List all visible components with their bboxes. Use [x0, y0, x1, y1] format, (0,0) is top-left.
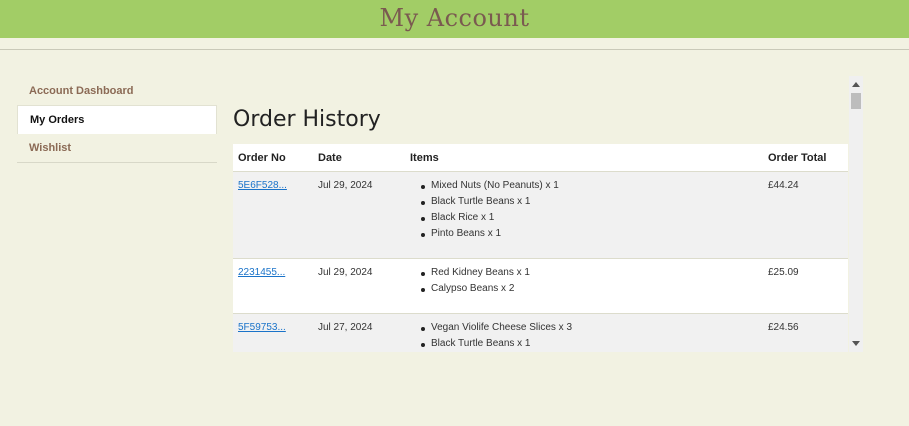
- scroll-down-icon[interactable]: [852, 341, 860, 346]
- order-total: £44.24: [768, 180, 799, 191]
- order-date: Jul 29, 2024: [318, 267, 373, 278]
- list-item: Mixed Nuts (No Peanuts) x 1: [421, 180, 559, 196]
- scroll-up-icon[interactable]: [852, 82, 860, 87]
- list-item: Vegan Violife Cheese Slices x 3: [420, 322, 572, 338]
- orders-table: Order No Date Items Order Total 5E6F528.…: [233, 144, 848, 352]
- divider: [0, 49, 909, 50]
- list-item: Black Turtle Beans x 1: [421, 196, 559, 212]
- sidebar-item-dashboard[interactable]: Account Dashboard: [17, 77, 217, 105]
- list-item: Pinto Beans x 1: [421, 228, 559, 244]
- order-items-list: Vegan Violife Cheese Slices x 3 Black Tu…: [420, 322, 572, 352]
- sidebar-item-my-orders[interactable]: My Orders: [17, 105, 217, 134]
- table-row: 5E6F528... Jul 29, 2024 Mixed Nuts (No P…: [233, 172, 848, 259]
- table-row: 2231455... Jul 29, 2024 Red Kidney Beans…: [233, 259, 848, 314]
- order-items-list: Mixed Nuts (No Peanuts) x 1 Black Turtle…: [421, 180, 559, 244]
- order-number-link[interactable]: 5E6F528...: [238, 180, 287, 191]
- column-header-order-total: Order Total: [768, 152, 827, 164]
- order-total: £25.09: [768, 267, 799, 278]
- order-date: Jul 29, 2024: [318, 180, 373, 191]
- order-items-list: Red Kidney Beans x 1 Calypso Beans x 2: [421, 267, 530, 299]
- list-item: Black Turtle Beans x 1: [420, 338, 572, 352]
- list-item: Black Rice x 1: [421, 212, 559, 228]
- header-bar: My Account: [0, 0, 909, 38]
- list-item: Red Kidney Beans x 1: [421, 267, 530, 283]
- order-number-link[interactable]: 2231455...: [238, 267, 285, 278]
- list-item: Calypso Beans x 2: [421, 283, 530, 299]
- order-total: £24.56: [768, 322, 799, 333]
- scrollbar-thumb[interactable]: [851, 93, 861, 109]
- order-history-panel: Order History Order No Date Items Order …: [233, 76, 863, 352]
- table-header: Order No Date Items Order Total: [233, 144, 848, 172]
- page-title: My Account: [379, 4, 530, 32]
- table-row: 5F59753... Jul 27, 2024 Vegan Violife Ch…: [233, 314, 848, 352]
- vertical-scrollbar[interactable]: [849, 76, 863, 352]
- column-header-date: Date: [318, 152, 342, 164]
- sidebar-item-wishlist[interactable]: Wishlist: [17, 134, 217, 163]
- column-header-items: Items: [410, 152, 439, 164]
- account-sidebar: Account Dashboard My Orders Wishlist: [17, 77, 217, 163]
- section-heading: Order History: [233, 107, 381, 132]
- column-header-order-no: Order No: [238, 152, 286, 164]
- order-date: Jul 27, 2024: [318, 322, 373, 333]
- order-number-link[interactable]: 5F59753...: [238, 322, 286, 333]
